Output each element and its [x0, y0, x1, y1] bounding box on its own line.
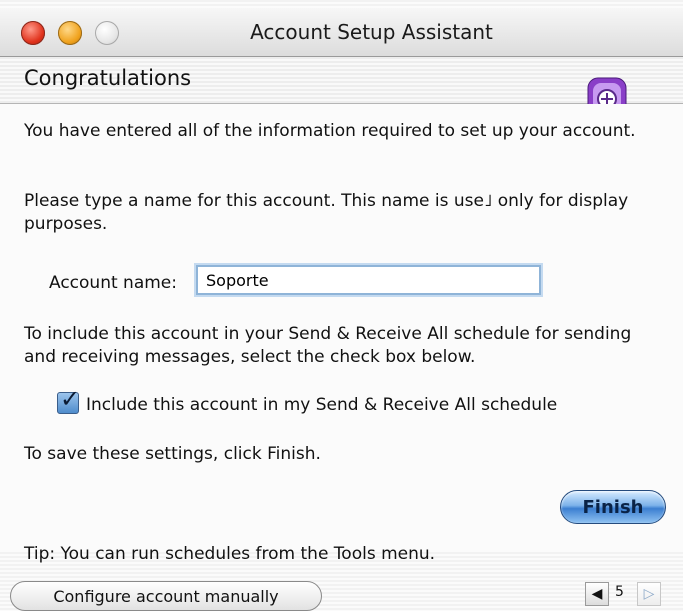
title-bar: Account Setup Assistant: [0, 8, 683, 57]
window-title: Account Setup Assistant: [250, 20, 493, 44]
setup-window: Account Setup Assistant Congratulations …: [0, 0, 683, 611]
heading-bar: Congratulations: [0, 57, 683, 104]
triangle-left-icon: ◀: [591, 586, 603, 602]
finish-button[interactable]: Finish: [560, 490, 666, 524]
save-instruction-text: To save these settings, click Finish.: [24, 444, 321, 464]
tip-text: Tip: You can run schedules from the Tool…: [24, 544, 436, 564]
configure-manually-button[interactable]: Configure account manually: [10, 581, 322, 611]
intro-text: You have entered all of the information …: [24, 121, 636, 141]
page-number: 5: [615, 584, 624, 600]
triangle-right-icon: ▷: [643, 586, 655, 602]
checkmark-icon: ✓: [60, 385, 81, 413]
schedule-instruction-text: To include this account in your Send & R…: [24, 324, 632, 367]
page-navigator: ◀ 5 ▷: [585, 582, 667, 606]
include-schedule-label[interactable]: Include this account in my Send & Receiv…: [86, 395, 557, 415]
previous-page-button[interactable]: ◀: [585, 582, 609, 606]
next-page-button[interactable]: ▷: [637, 582, 661, 606]
account-name-label: Account name:: [49, 273, 177, 293]
account-name-field[interactable]: [196, 265, 541, 295]
page-heading: Congratulations: [24, 66, 192, 90]
name-instruction-text: Please type a name for this account. Thi…: [24, 191, 629, 234]
include-schedule-checkbox[interactable]: ✓: [57, 387, 80, 414]
